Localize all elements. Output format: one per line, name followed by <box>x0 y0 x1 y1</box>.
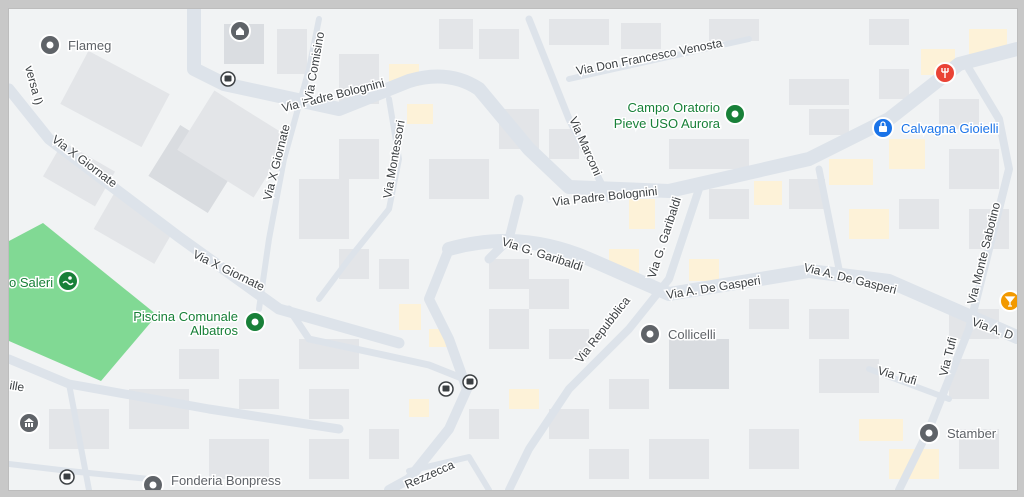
poi-label-campo-oratorio-line2: Pieve USO Aurora <box>614 116 721 131</box>
road-label-edge-ille: ille <box>9 378 26 394</box>
place-pin-icon <box>39 34 61 56</box>
swimming-pin-icon <box>57 270 79 292</box>
park-pin-icon <box>244 311 266 333</box>
poi-flameg[interactable]: Flameg <box>39 34 113 56</box>
poi-stamber[interactable]: Stamber <box>918 422 998 444</box>
restaurant-pin-icon[interactable] <box>934 62 956 84</box>
bus-stop-icon[interactable] <box>220 71 236 87</box>
bus-stop-icon[interactable] <box>59 469 75 485</box>
bar-pin-icon[interactable] <box>999 290 1017 312</box>
place-pin-icon <box>142 474 164 490</box>
museum-pin-icon[interactable] <box>18 412 40 434</box>
poi-label-stamber: Stamber <box>947 426 997 441</box>
place-pin-icon <box>918 422 940 444</box>
poi-collicelli[interactable]: Collicelli <box>639 323 717 345</box>
poi-label-saleri: o Saleri <box>9 275 53 290</box>
poi-label-piscina-line2: Albatros <box>190 323 238 338</box>
poi-label-fonderia: Fonderia Bonpress <box>171 473 281 488</box>
map-canvas[interactable]: Via Padre Bolognini Via Padre Bolognini … <box>9 9 1017 490</box>
map-viewport[interactable]: Via Padre Bolognini Via Padre Bolognini … <box>8 8 1018 491</box>
bus-stop-icon[interactable] <box>462 374 478 390</box>
poi-label-piscina-line1: Piscina Comunale <box>133 309 238 324</box>
bus-stop-icon[interactable] <box>438 381 454 397</box>
place-pin-icon <box>639 323 661 345</box>
church-pin-icon[interactable] <box>229 20 251 42</box>
poi-label-flameg: Flameg <box>68 38 111 53</box>
park-pin-icon <box>724 103 746 125</box>
poi-label-collicelli: Collicelli <box>668 327 716 342</box>
poi-label-calvagna: Calvagna Gioielli <box>901 121 999 136</box>
shopping-bag-pin-icon <box>872 117 894 139</box>
poi-label-campo-oratorio-line1: Campo Oratorio <box>628 100 720 115</box>
